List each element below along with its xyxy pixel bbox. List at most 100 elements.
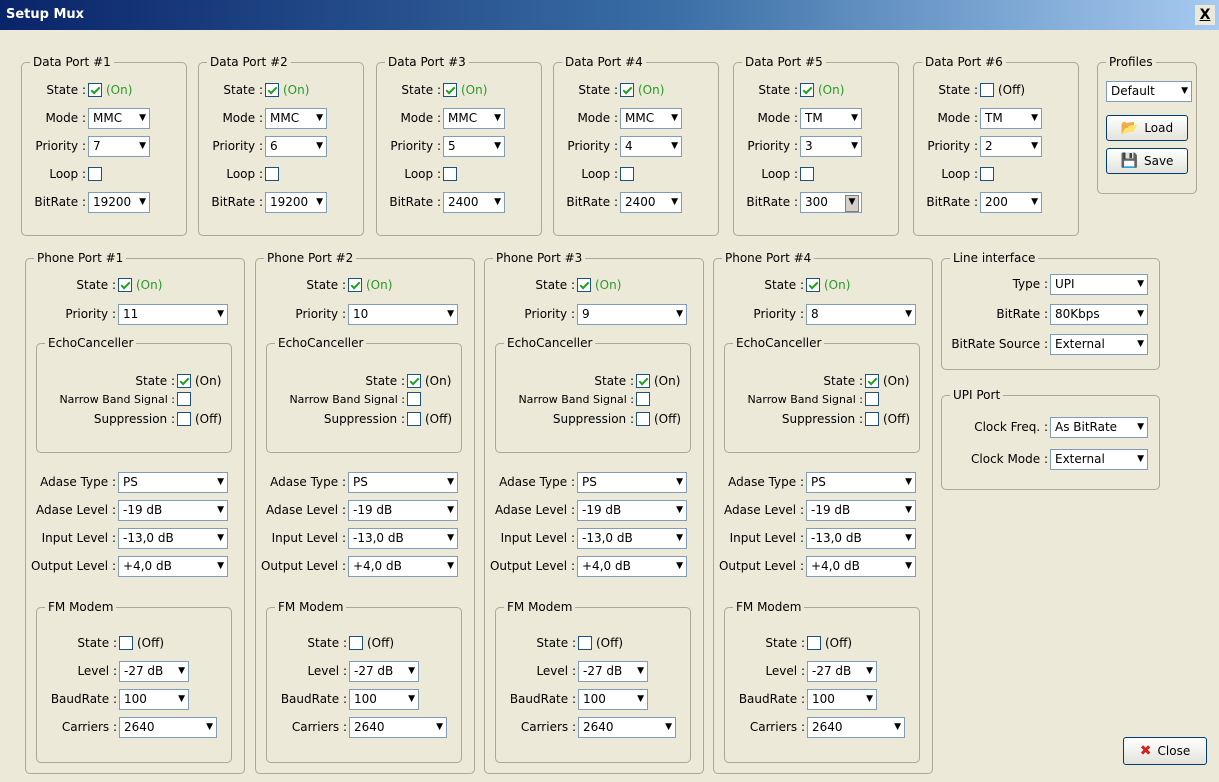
bitrate-select[interactable]: 2400 bbox=[443, 191, 505, 213]
input-level-select[interactable]: -13,0 dB bbox=[348, 527, 458, 549]
adase-level-select[interactable]: -19 dB bbox=[806, 499, 916, 521]
suppression-checkbox[interactable] bbox=[177, 412, 191, 426]
bitrate-source-select[interactable]: External bbox=[1050, 333, 1148, 355]
adase-level-select[interactable]: -19 dB bbox=[577, 499, 687, 521]
bitrate-select[interactable]: 2400 bbox=[620, 191, 682, 213]
carriers-select[interactable]: 2640 bbox=[119, 716, 217, 738]
baudrate-select[interactable]: 100 bbox=[119, 688, 189, 710]
output-level-select[interactable]: +4,0 dB bbox=[806, 555, 916, 577]
fm-state-checkbox[interactable] bbox=[807, 636, 821, 650]
output-level-select[interactable]: +4,0 dB bbox=[577, 555, 687, 577]
ec-state-checkbox[interactable] bbox=[636, 374, 650, 388]
baudrate-select[interactable]: 100 bbox=[578, 688, 648, 710]
adase-level-select[interactable]: -19 dB bbox=[348, 499, 458, 521]
loop-checkbox[interactable] bbox=[980, 167, 994, 181]
priority-select[interactable]: 2 bbox=[980, 135, 1042, 157]
state-checkbox[interactable] bbox=[620, 83, 634, 97]
state-checkbox[interactable] bbox=[265, 83, 279, 97]
fm-level-select[interactable]: -27 dB bbox=[578, 660, 648, 682]
adase-type-select[interactable]: PS bbox=[806, 471, 916, 493]
mode-select[interactable]: TM bbox=[980, 107, 1042, 129]
priority-select[interactable]: 11 bbox=[118, 303, 228, 325]
state-checkbox[interactable] bbox=[88, 83, 102, 97]
priority-select[interactable]: 3 bbox=[800, 135, 862, 157]
bitrate-select[interactable]: 19200 bbox=[88, 191, 150, 213]
line-bitrate-select[interactable]: 80Kbps bbox=[1050, 303, 1148, 325]
suppression-checkbox[interactable] bbox=[865, 412, 879, 426]
input-level-select[interactable]: -13,0 dB bbox=[806, 527, 916, 549]
state-checkbox[interactable] bbox=[980, 83, 994, 97]
fm-state-checkbox[interactable] bbox=[119, 636, 133, 650]
output-level-select[interactable]: +4,0 dB bbox=[118, 555, 228, 577]
priority-select[interactable]: 8 bbox=[806, 303, 916, 325]
fm-state-checkbox[interactable] bbox=[578, 636, 592, 650]
phone-port-title: Phone Port #4 bbox=[722, 251, 815, 265]
input-level-select[interactable]: -13,0 dB bbox=[118, 527, 228, 549]
loop-checkbox[interactable] bbox=[620, 167, 634, 181]
mode-label: Mode : bbox=[757, 111, 798, 125]
data-port-group: Data Port #5 State : (On) Mode :TMPriority … bbox=[733, 55, 899, 236]
loop-checkbox[interactable] bbox=[443, 167, 457, 181]
bitrate-select[interactable]: 200 bbox=[980, 191, 1042, 213]
carriers-select[interactable]: 2640 bbox=[349, 716, 447, 738]
state-checkbox[interactable] bbox=[800, 83, 814, 97]
fm-level-select[interactable]: -27 dB bbox=[119, 660, 189, 682]
narrow-band-checkbox[interactable] bbox=[177, 392, 191, 406]
priority-label: Priority : bbox=[747, 139, 798, 153]
output-level-select[interactable]: +4,0 dB bbox=[348, 555, 458, 577]
state-checkbox[interactable] bbox=[443, 83, 457, 97]
ec-state-checkbox[interactable] bbox=[177, 374, 191, 388]
carriers-select[interactable]: 2640 bbox=[807, 716, 905, 738]
window-close-icon[interactable]: X bbox=[1195, 5, 1215, 25]
data-port-group: Data Port #6 State : (Off) Mode :TMPriority… bbox=[913, 55, 1079, 236]
priority-select[interactable]: 6 bbox=[265, 135, 327, 157]
adase-type-select[interactable]: PS bbox=[348, 471, 458, 493]
profile-select[interactable]: Default bbox=[1106, 81, 1192, 102]
loop-checkbox[interactable] bbox=[265, 167, 279, 181]
save-button[interactable]: 💾 Save bbox=[1106, 148, 1188, 174]
narrow-band-checkbox[interactable] bbox=[865, 392, 879, 406]
adase-type-select[interactable]: PS bbox=[577, 471, 687, 493]
mode-select[interactable]: MMC bbox=[620, 107, 682, 129]
state-checkbox[interactable] bbox=[348, 278, 362, 292]
fm-state-checkbox[interactable] bbox=[349, 636, 363, 650]
loop-checkbox[interactable] bbox=[88, 167, 102, 181]
line-type-select[interactable]: UPI bbox=[1050, 273, 1148, 295]
close-button[interactable]: ✖ Close bbox=[1123, 737, 1207, 765]
input-level-select[interactable]: -13,0 dB bbox=[577, 527, 687, 549]
fm-level-select[interactable]: -27 dB bbox=[807, 660, 877, 682]
suppression-label: Suppression : bbox=[93, 412, 175, 426]
load-button[interactable]: 📂 Load bbox=[1106, 115, 1188, 141]
priority-select[interactable]: 7 bbox=[88, 135, 150, 157]
priority-select[interactable]: 9 bbox=[577, 303, 687, 325]
priority-select[interactable]: 5 bbox=[443, 135, 505, 157]
mode-select[interactable]: MMC bbox=[265, 107, 327, 129]
clock-freq-select[interactable]: As BitRate bbox=[1050, 416, 1148, 438]
narrow-band-checkbox[interactable] bbox=[636, 392, 650, 406]
narrow-band-label: Narrow Band Signal : bbox=[747, 392, 863, 406]
state-checkbox[interactable] bbox=[577, 278, 591, 292]
adase-type-select[interactable]: PS bbox=[118, 471, 228, 493]
adase-level-select[interactable]: -19 dB bbox=[118, 499, 228, 521]
suppression-checkbox[interactable] bbox=[407, 412, 421, 426]
fm-modem-group: FM Modem State : (Off) Level :-27 dBBaudRat… bbox=[495, 600, 691, 763]
bitrate-select[interactable]: 19200 bbox=[265, 191, 327, 213]
priority-select[interactable]: 10 bbox=[348, 303, 458, 325]
mode-select[interactable]: MMC bbox=[88, 107, 150, 129]
suppression-checkbox[interactable] bbox=[636, 412, 650, 426]
baudrate-select[interactable]: 100 bbox=[349, 688, 419, 710]
clock-mode-select[interactable]: External bbox=[1050, 448, 1148, 470]
ec-state-checkbox[interactable] bbox=[407, 374, 421, 388]
carriers-select[interactable]: 2640 bbox=[578, 716, 676, 738]
loop-checkbox[interactable] bbox=[800, 167, 814, 181]
priority-select[interactable]: 4 bbox=[620, 135, 682, 157]
fm-level-select[interactable]: -27 dB bbox=[349, 660, 419, 682]
narrow-band-checkbox[interactable] bbox=[407, 392, 421, 406]
state-checkbox[interactable] bbox=[118, 278, 132, 292]
mode-select[interactable]: TM bbox=[800, 107, 862, 129]
state-checkbox[interactable] bbox=[806, 278, 820, 292]
ec-state-checkbox[interactable] bbox=[865, 374, 879, 388]
bitrate-select[interactable]: 300 bbox=[800, 191, 862, 213]
mode-select[interactable]: MMC bbox=[443, 107, 505, 129]
baudrate-select[interactable]: 100 bbox=[807, 688, 877, 710]
